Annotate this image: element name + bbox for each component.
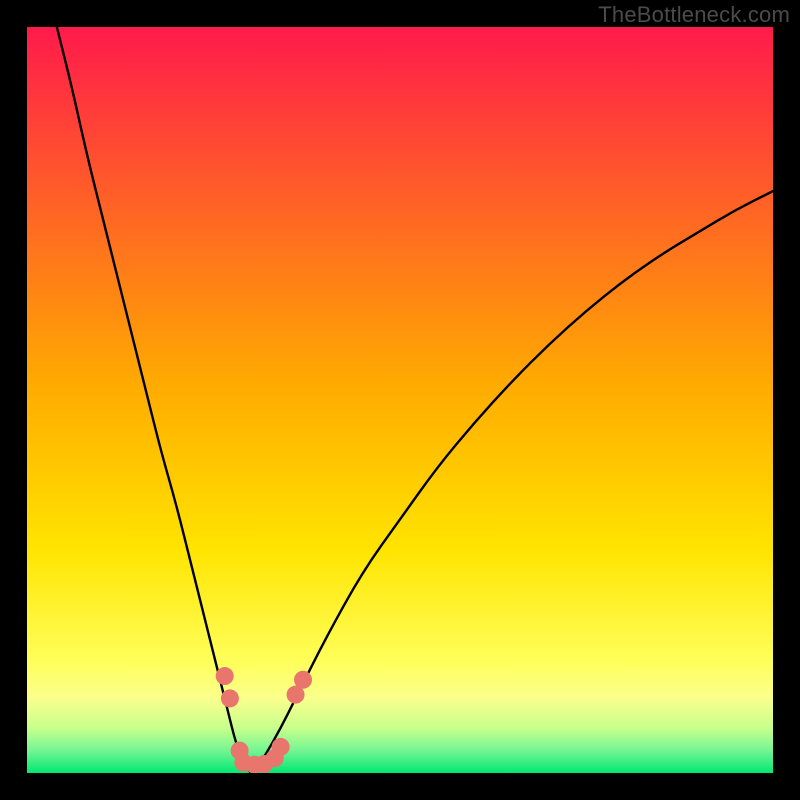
watermark-text: TheBottleneck.com <box>598 2 790 28</box>
data-marker <box>216 667 234 685</box>
outer-frame: TheBottleneck.com <box>0 0 800 800</box>
data-marker <box>294 671 312 689</box>
bottleneck-chart <box>27 27 773 773</box>
data-marker <box>221 689 239 707</box>
gradient-background <box>27 27 773 773</box>
plot-area <box>27 27 773 773</box>
data-marker <box>272 738 290 756</box>
